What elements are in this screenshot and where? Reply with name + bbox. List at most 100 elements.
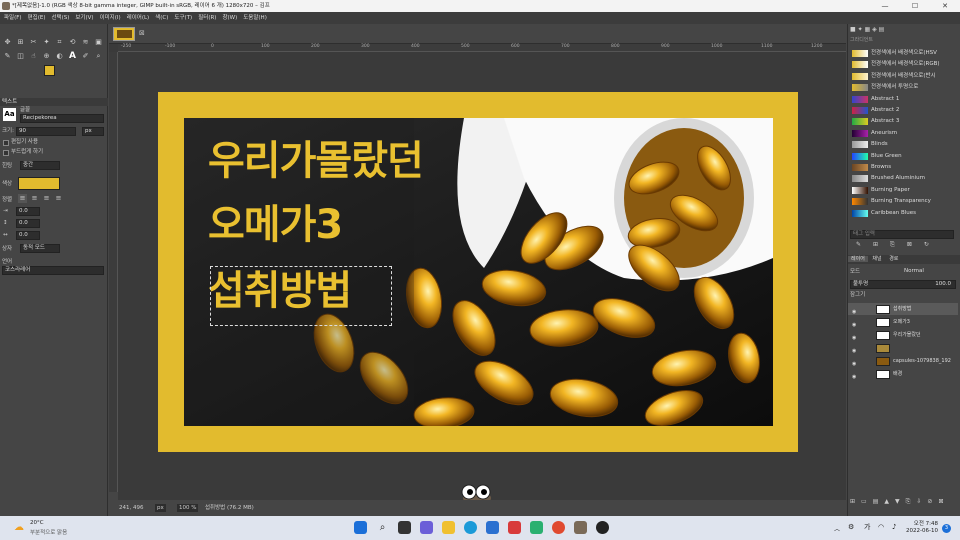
gradient-item-3[interactable]: 전경색에서 투명으로 [850, 82, 956, 93]
gradient-tag-input[interactable]: 태그 입력 [850, 230, 954, 239]
maximize-button[interactable]: ☐ [900, 0, 930, 12]
image-tab-thumbnail[interactable] [113, 27, 135, 41]
menu-colors[interactable]: 색(C) [152, 12, 171, 24]
layer-row[interactable]: ◉ 오메가3 [848, 316, 958, 328]
menu-edit[interactable]: 편집(E) [25, 12, 49, 24]
unit-select[interactable]: px [155, 504, 166, 512]
clock-time[interactable]: 오전 7:48 [906, 519, 938, 527]
app-icon[interactable] [508, 521, 521, 534]
gradient-item-8[interactable]: Blinds [850, 139, 956, 150]
menu-file[interactable]: 파일(F) [0, 12, 25, 24]
hinting-select[interactable]: 중간 [20, 161, 60, 170]
justify-left-icon[interactable]: ≡ [18, 194, 27, 203]
menu-select[interactable]: 선택(S) [48, 12, 72, 24]
file-explorer-icon[interactable] [442, 521, 455, 534]
antialias-checkbox[interactable] [3, 150, 9, 156]
task-view-icon[interactable] [398, 521, 411, 534]
menu-view[interactable]: 보기(V) [72, 12, 96, 24]
justify-fill-icon[interactable]: ≡ [54, 194, 63, 203]
clock-date[interactable]: 2022-06-10 [900, 528, 938, 534]
app-icon[interactable] [596, 521, 609, 534]
layer-actions[interactable]: ⊞▭▤▲▼⎘⇩⊘⊠ [850, 498, 958, 506]
menu-tools[interactable]: 도구(T) [171, 12, 195, 24]
mode-select[interactable]: Normal [904, 268, 924, 274]
notification-badge[interactable]: 3 [942, 524, 951, 533]
smudge-tool-icon[interactable]: ☝ [29, 52, 38, 61]
layer-row[interactable]: ◉ capsules-1079838_192 [848, 355, 958, 367]
tab-channels[interactable]: 채널 [869, 256, 884, 262]
menu-windows[interactable]: 창(W) [219, 12, 240, 24]
volume-icon[interactable]: ♪ [892, 523, 896, 531]
gradient-item-9[interactable]: Blue Green [850, 151, 956, 162]
search-icon[interactable]: ⌕ [376, 521, 389, 534]
weather-icon[interactable]: ☁ [14, 522, 24, 533]
gradient-item-11[interactable]: Brushed Aluminium [850, 173, 956, 184]
tab-paths[interactable]: 경로 [886, 256, 901, 262]
paint-tool-icon[interactable]: ✎ [3, 52, 12, 61]
gradient-item-5[interactable]: Abstract 2 [850, 105, 956, 116]
menu-filters[interactable]: 필터(R) [195, 12, 219, 24]
text-color-button[interactable] [18, 177, 60, 190]
start-icon[interactable] [354, 521, 367, 534]
gradient-item-2[interactable]: 전경색에서 배경색으로(반시 [850, 71, 956, 82]
chrome-icon[interactable] [552, 521, 565, 534]
gradient-item-14[interactable]: Caribbean Blues [850, 208, 956, 219]
canvas-text-line2[interactable]: 오메가3 [208, 192, 343, 250]
menu-image[interactable]: 이미지(I) [97, 12, 124, 24]
gradient-item-13[interactable]: Burning Transparency [850, 196, 956, 207]
ime-indicator[interactable]: 가 [864, 522, 870, 532]
edge-icon[interactable] [464, 521, 477, 534]
gradient-item-4[interactable]: Abstract 1 [850, 94, 956, 105]
language-input[interactable]: 코스라레어 [2, 266, 104, 275]
layer-row[interactable]: ◉ 배경 [848, 368, 958, 380]
gradient-item-7[interactable]: Aneurism [850, 128, 956, 139]
warp-tool-icon[interactable]: ≋ [81, 38, 90, 47]
gradient-item-10[interactable]: Browns [850, 162, 956, 173]
zoom-tool-icon[interactable]: ⌕ [94, 52, 103, 61]
eraser-tool-icon[interactable]: ◫ [16, 52, 25, 61]
close-tab-icon[interactable]: ⊠ [139, 29, 145, 37]
close-button[interactable]: ✕ [930, 0, 960, 12]
layer-row[interactable]: ◉ 우리가몰랐던 [848, 329, 958, 341]
indent-input[interactable]: 0.0 [16, 207, 40, 216]
editor-checkbox[interactable] [3, 140, 9, 146]
move-tool-icon[interactable]: ✥ [3, 38, 12, 47]
dock-tabs[interactable]: ■ ✦ ▦ ◈ ▤ [850, 26, 958, 35]
line-spacing-input[interactable]: 0.0 [16, 219, 40, 228]
menu-layer[interactable]: 레이어(L) [124, 12, 153, 24]
justify-right-icon[interactable]: ≡ [30, 194, 39, 203]
store-icon[interactable] [486, 521, 499, 534]
foreground-color-swatch[interactable] [44, 65, 55, 76]
menu-help[interactable]: 도움말(H) [240, 12, 270, 24]
layer-row[interactable]: ◉ [848, 342, 958, 354]
wifi-icon[interactable]: ◠ [878, 523, 884, 531]
letter-spacing-input[interactable]: 0.0 [16, 231, 40, 240]
tab-layers[interactable]: 레이어 [848, 256, 868, 262]
gradient-actions[interactable]: ✎⊞⎘⊠↻ [856, 241, 956, 249]
zoom-select[interactable]: 100 % [177, 504, 199, 512]
tray-expand-icon[interactable]: ︿ [834, 524, 840, 533]
fuzzy-select-tool-icon[interactable]: ✦ [42, 38, 51, 47]
minimize-button[interactable]: — [870, 0, 900, 12]
chat-icon[interactable] [420, 521, 433, 534]
justify-center-icon[interactable]: ≡ [42, 194, 51, 203]
gradient-item-0[interactable]: 전경색에서 배경색으로(HSV [850, 48, 956, 59]
crop-tool-icon[interactable]: ⌗ [55, 38, 64, 47]
clone-tool-icon[interactable]: ⊕ [42, 52, 51, 61]
canvas-text-line1[interactable]: 우리가몰랐던 [208, 128, 424, 186]
gradient-item-1[interactable]: 전경색에서 배경색으로(RGB) [850, 59, 956, 70]
layer-row[interactable]: ◉ 섭취방법 [848, 303, 958, 315]
free-select-tool-icon[interactable]: ✂ [29, 38, 38, 47]
font-preview-icon[interactable]: Aa [3, 108, 16, 121]
cage-tool-icon[interactable]: ▣ [94, 38, 103, 47]
app-icon[interactable] [530, 521, 543, 534]
size-unit-select[interactable]: px [82, 127, 104, 136]
text-tool-icon[interactable]: A [68, 52, 77, 61]
unified-transform-tool-icon[interactable]: ⟲ [68, 38, 77, 47]
color-picker-tool-icon[interactable]: ✐ [81, 52, 90, 61]
gradient-item-12[interactable]: Burning Paper [850, 185, 956, 196]
visibility-icon[interactable]: ◉ [852, 371, 856, 383]
box-select[interactable]: 동적 모드 [20, 244, 60, 253]
align-tool-icon[interactable]: ⊞ [16, 38, 25, 47]
gradient-item-6[interactable]: Abstract 3 [850, 116, 956, 127]
